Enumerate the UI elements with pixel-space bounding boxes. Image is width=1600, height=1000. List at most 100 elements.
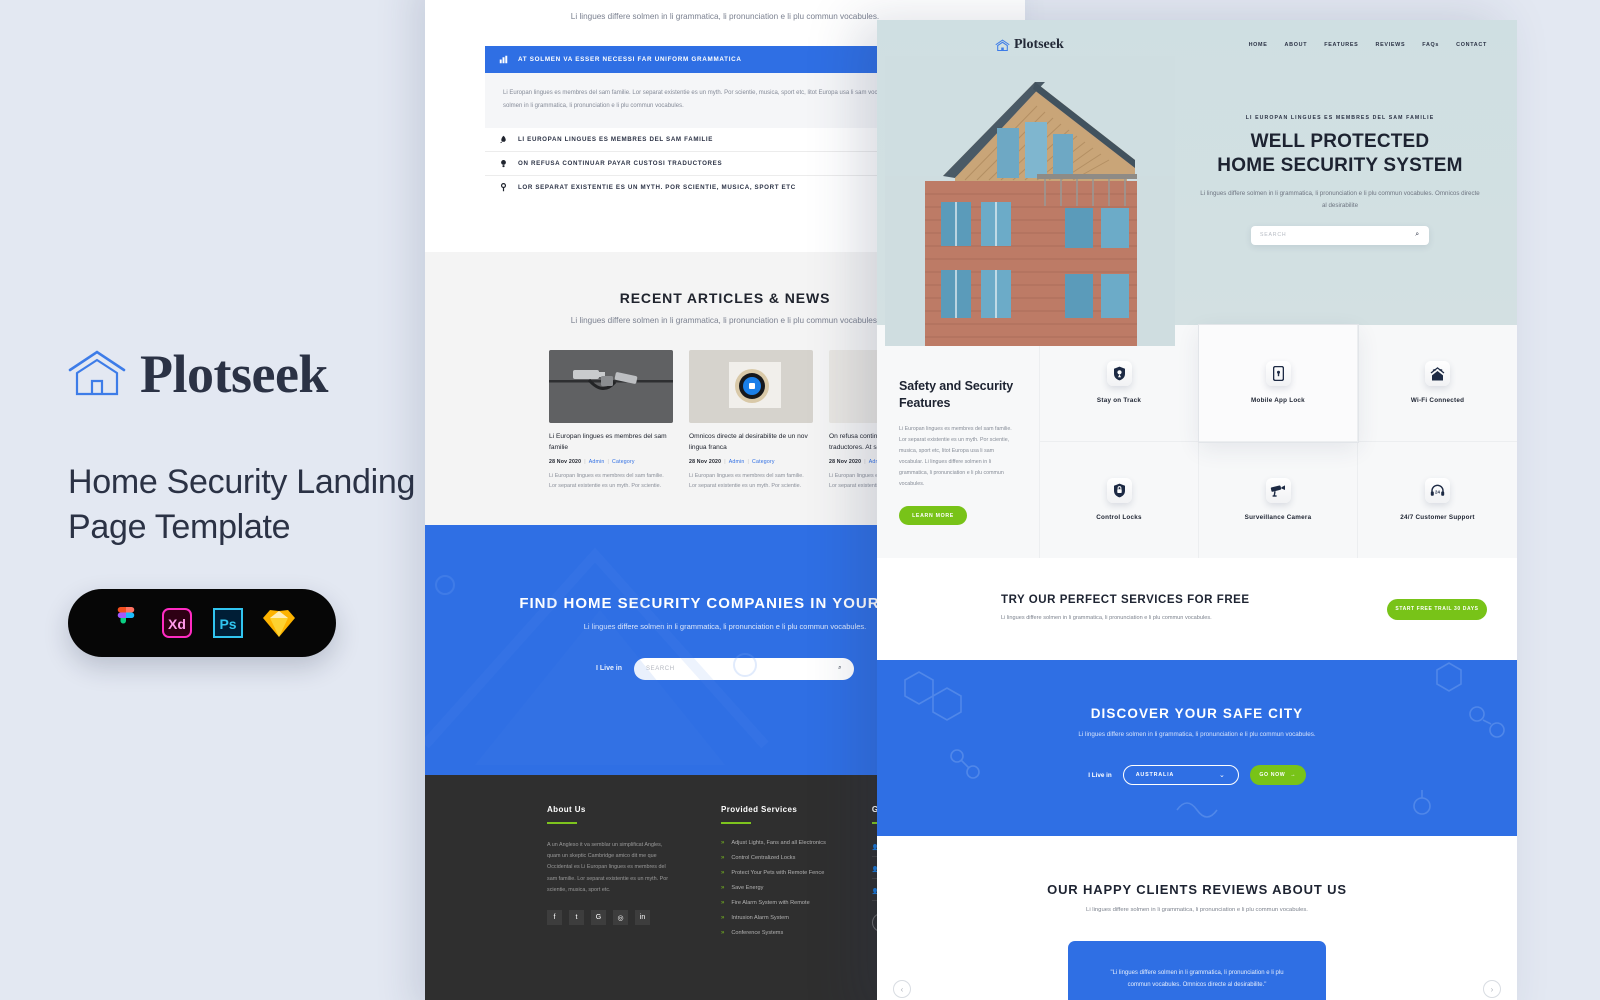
- footer-service-label: Intrusion Alarm System: [731, 914, 789, 921]
- article-card[interactable]: Omnicos directe al desirabilite de un no…: [689, 350, 813, 490]
- reviews-prev-button[interactable]: ‹: [893, 980, 911, 998]
- svg-text:Ps: Ps: [219, 616, 236, 632]
- article-image: [689, 350, 813, 424]
- faq-item-title: LI EUROPAN LINGUES ES MEMBRES DEL SAM FA…: [518, 135, 714, 143]
- feature-cell-customer-support[interactable]: 24 24/7 Customer Support: [1358, 442, 1517, 559]
- hero-search-input[interactable]: SEARCH ⌕: [1251, 225, 1429, 245]
- article-meta: 28 Nov 2020|Admin|Category: [549, 458, 635, 465]
- faq-open-title: AT SOLMEN VA ESSER NECESSI FAR UNIFORM G…: [518, 56, 742, 64]
- features-grid: Stay on Track Mobile App Lock Wi-Fi Conn…: [1040, 325, 1517, 558]
- reviews-next-button[interactable]: ›: [1483, 980, 1501, 998]
- footer-services-heading: Provided Services: [721, 804, 798, 814]
- footer-underline: [547, 821, 577, 824]
- features-intro: Safety and Security Features Li Europan …: [877, 325, 1040, 558]
- footer-social-links: f t G ◎ in: [547, 910, 675, 926]
- navbar-links: HOME ABOUT FEATURES REVIEWS FAQs CONTACT: [1249, 42, 1487, 48]
- footer-service-label: Protect Your Pets with Remote Fence: [731, 869, 825, 876]
- review-quote: "Li lingues differe solmen in li grammat…: [1110, 969, 1284, 989]
- footer-service-item[interactable]: » Save Energy: [721, 885, 826, 891]
- footer-service-item[interactable]: » Fire Alarm System with Remote: [721, 900, 826, 906]
- nav-link-features[interactable]: FEATURES: [1324, 42, 1358, 48]
- feature-label: Surveillance Camera: [1244, 514, 1312, 522]
- faq-item-title: LOR SEPARAT EXISTENTIE ES UN MYTH. POR S…: [518, 184, 796, 192]
- article-excerpt: Li Europan lingues es membres del sam fa…: [549, 472, 664, 489]
- article-date: 28 Nov 2020: [549, 458, 582, 465]
- shield-lock-icon: [1106, 478, 1132, 504]
- start-free-trial-button[interactable]: START FREE TRAIL 30 DAYS: [1387, 598, 1487, 620]
- bullet-icon: »: [721, 884, 725, 891]
- nav-link-about[interactable]: ABOUT: [1285, 42, 1308, 48]
- reviews-subtitle: Li lingues differe solmen in li grammati…: [1086, 907, 1308, 913]
- article-category[interactable]: Category: [752, 459, 775, 465]
- footer-about-text: A un Angleso it va semblar un simplifica…: [547, 841, 669, 894]
- brand-logo: Plotseek: [68, 343, 440, 405]
- bullet-icon: »: [721, 929, 725, 936]
- chart-icon: [499, 56, 508, 64]
- navbar-logo[interactable]: Plotseek: [995, 37, 1064, 53]
- headset-support-icon: 24: [1425, 478, 1450, 504]
- dribbble-icon[interactable]: ◎: [613, 910, 628, 926]
- article-card[interactable]: Li Europan lingues es membres del sam fa…: [549, 350, 673, 490]
- article-title: Li Europan lingues es membres del sam fa…: [549, 433, 667, 451]
- bullet-icon: »: [721, 914, 725, 921]
- twitter-icon[interactable]: t: [569, 910, 584, 926]
- feature-cell-wifi-connected[interactable]: Wi-Fi Connected: [1358, 325, 1517, 442]
- footer-service-label: Save Energy: [731, 884, 764, 891]
- footer-about-column: About Us A un Angleso it va semblar un s…: [547, 805, 675, 945]
- feature-cell-surveillance-camera[interactable]: Surveillance Camera: [1199, 441, 1358, 558]
- feature-cell-mobile-app-lock[interactable]: Mobile App Lock: [1199, 325, 1358, 442]
- svg-text:24: 24: [1435, 489, 1440, 494]
- photoshop-icon: Ps: [211, 606, 245, 640]
- learn-more-button[interactable]: LEARN MORE: [899, 506, 967, 526]
- search-icon[interactable]: ⌕: [838, 665, 842, 672]
- shield-location-icon: [1106, 361, 1132, 387]
- article-category[interactable]: Category: [612, 459, 635, 465]
- feature-cell-control-locks[interactable]: Control Locks: [1040, 441, 1199, 558]
- navbar-logo-text: Plotseek: [1014, 37, 1064, 52]
- cctv-camera-icon: [1265, 478, 1291, 504]
- article-date: 28 Nov 2020: [829, 458, 862, 465]
- article-author[interactable]: Admin: [589, 459, 605, 465]
- mobile-lock-icon: [1265, 361, 1291, 387]
- free-trial-heading: TRY OUR PERFECT SERVICES FOR FREE: [1001, 593, 1250, 606]
- features-section: Safety and Security Features Li Europan …: [877, 325, 1517, 558]
- bulb-icon: [501, 159, 506, 168]
- footer-service-item[interactable]: » Protect Your Pets with Remote Fence: [721, 870, 826, 876]
- free-trial-copy: TRY OUR PERFECT SERVICES FOR FREE Li lin…: [1001, 594, 1250, 624]
- linkedin-icon[interactable]: in: [635, 910, 650, 926]
- footer-service-item[interactable]: » Intrusion Alarm System: [721, 915, 826, 921]
- free-trial-section: TRY OUR PERFECT SERVICES FOR FREE Li lin…: [877, 558, 1517, 660]
- footer-service-item[interactable]: » Adjust Lights, Fans and all Electronics: [721, 840, 826, 846]
- brand-title: Home Security Landing Page Template: [68, 462, 416, 546]
- wifi-home-icon: [1425, 361, 1450, 387]
- rocket-icon: [500, 135, 506, 144]
- discover-city-section: DISCOVER YOUR SAFE CITY Li lingues diffe…: [877, 660, 1517, 836]
- decorative-pattern: [425, 547, 769, 765]
- hero-title-line2: HOME SECURITY SYSTEM: [1217, 155, 1463, 177]
- key-icon: [500, 183, 507, 192]
- footer-service-label: Adjust Lights, Fans and all Electronics: [731, 839, 826, 846]
- feature-label: Control Locks: [1096, 514, 1142, 522]
- branding-panel: Plotseek Home Security Landing Page Temp…: [0, 0, 440, 1000]
- nav-link-home[interactable]: HOME: [1249, 42, 1268, 48]
- article-author[interactable]: Admin: [729, 459, 745, 465]
- facebook-icon[interactable]: f: [547, 910, 562, 926]
- nav-link-contact[interactable]: CONTACT: [1456, 42, 1487, 48]
- faq-item-title: ON REFUSA CONTINUAR PAYAR CUSTOSI TRADUC…: [518, 159, 723, 167]
- google-plus-icon[interactable]: G: [591, 910, 606, 926]
- hero-section: Plotseek HOME ABOUT FEATURES REVIEWS FAQ…: [877, 20, 1517, 346]
- search-icon[interactable]: ⌕: [1415, 231, 1420, 239]
- features-heading: Safety and Security Features: [899, 379, 1014, 410]
- bullet-icon: »: [721, 839, 725, 846]
- site-navbar: Plotseek HOME ABOUT FEATURES REVIEWS FAQ…: [877, 20, 1517, 70]
- nav-link-faqs[interactable]: FAQs: [1422, 42, 1439, 48]
- reviews-section: OUR HAPPY CLIENTS REVIEWS ABOUT US Li li…: [877, 836, 1517, 1000]
- article-title: Omnicos directe al desirabilite de un no…: [689, 433, 808, 451]
- feature-label: 24/7 Customer Support: [1400, 514, 1475, 522]
- footer-service-item[interactable]: » Conference Systems: [721, 930, 826, 936]
- foreground-page-preview: Plotseek HOME ABOUT FEATURES REVIEWS FAQ…: [877, 20, 1517, 1000]
- footer-service-item[interactable]: » Control Centralized Locks: [721, 855, 826, 861]
- reviews-heading: OUR HAPPY CLIENTS REVIEWS ABOUT US: [1047, 882, 1347, 897]
- feature-label: Wi-Fi Connected: [1410, 397, 1465, 405]
- nav-link-reviews[interactable]: REVIEWS: [1375, 42, 1405, 48]
